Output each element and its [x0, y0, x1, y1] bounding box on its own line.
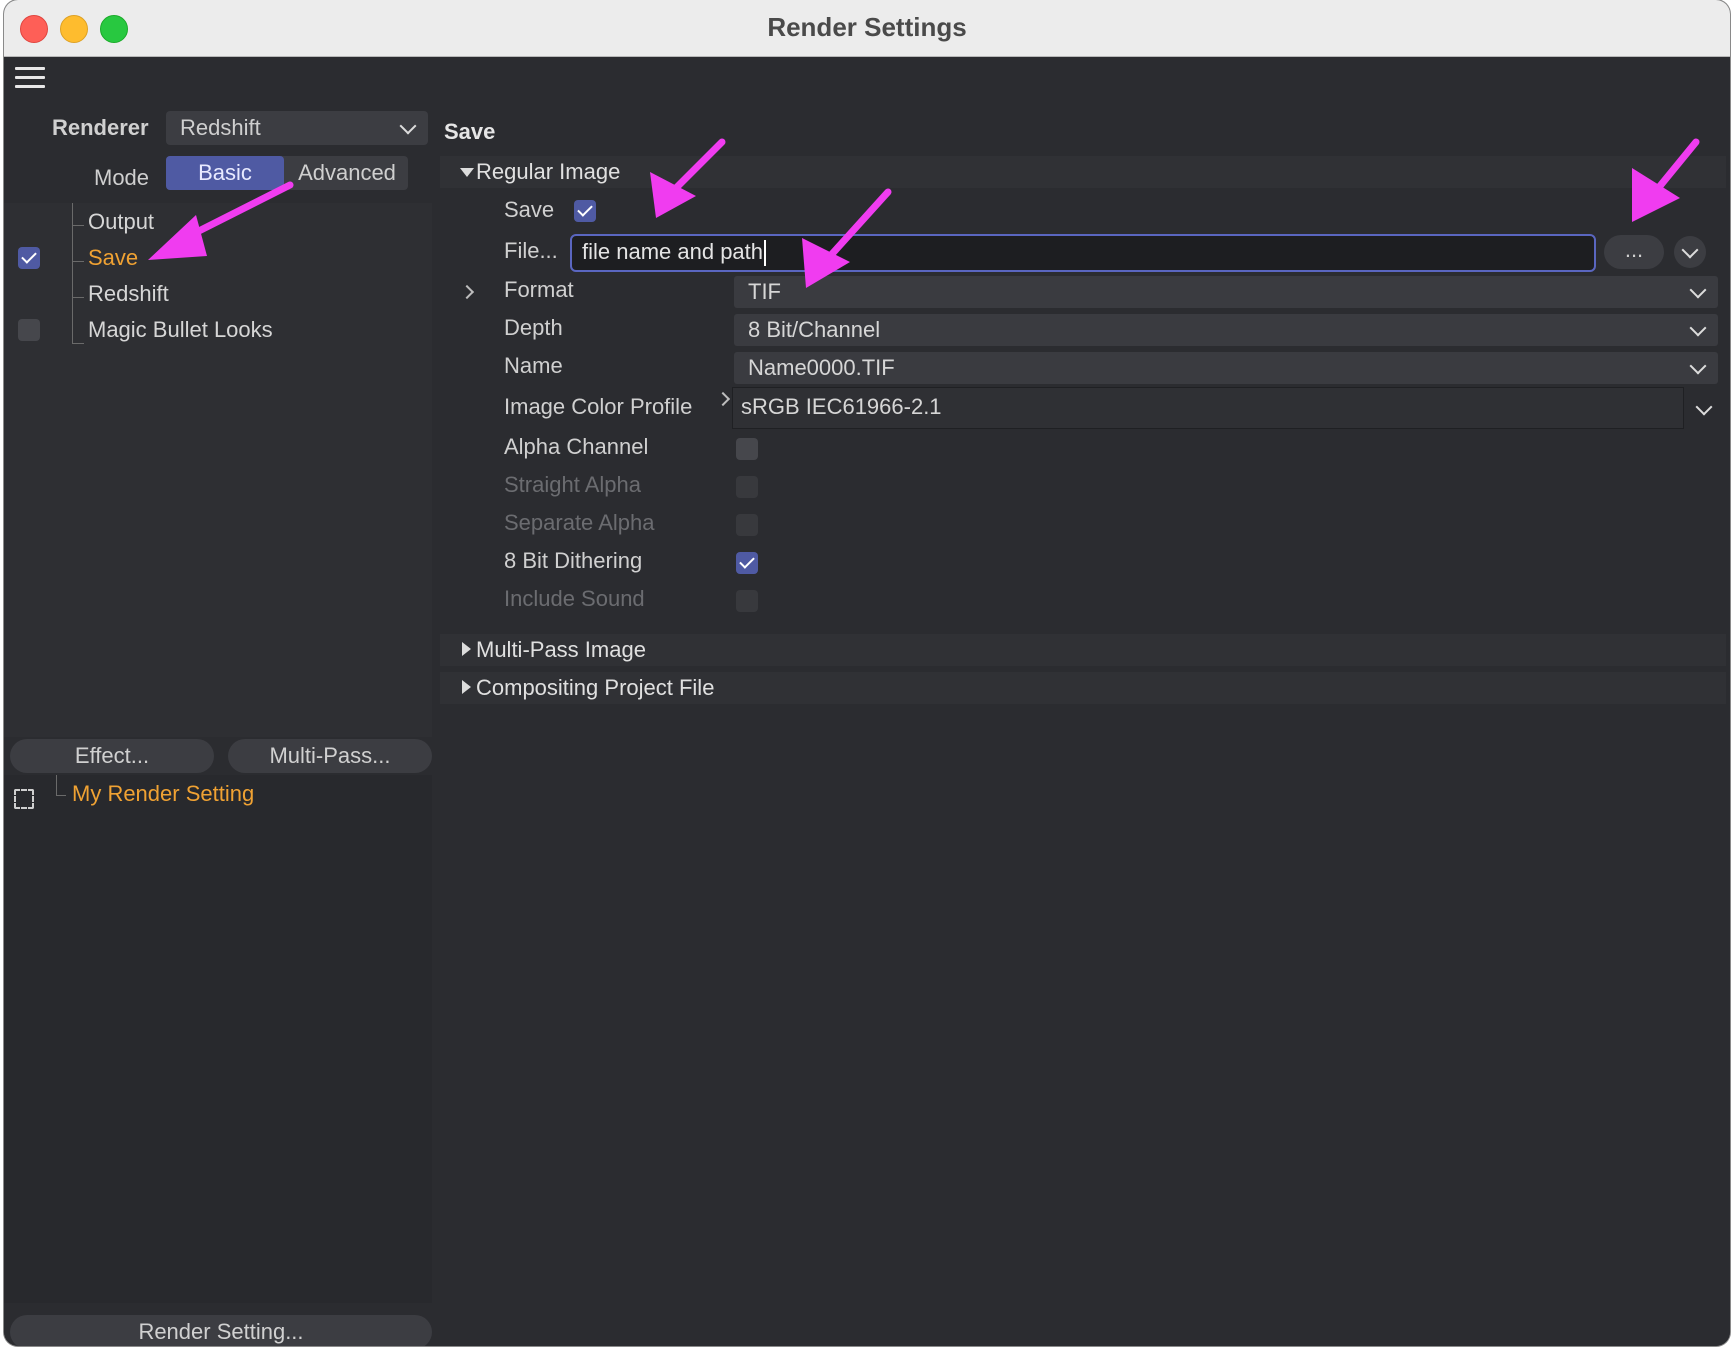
save-checkbox[interactable] [574, 200, 596, 222]
tree-connector [56, 795, 66, 796]
expand-triangle-icon [462, 642, 471, 656]
chevron-down-icon [1689, 281, 1707, 299]
content-area: Renderer Redshift Mode Basic Advanced Ou… [4, 57, 1730, 1346]
separate-alpha-label: Separate Alpha [504, 510, 655, 535]
file-path-input[interactable]: file name and path [570, 234, 1596, 272]
multipass-button[interactable]: Multi-Pass... [228, 739, 432, 773]
file-label: File... [504, 238, 558, 263]
render-setting-button[interactable]: Render Setting... [10, 1315, 432, 1346]
render-settings-window: Render Settings Renderer Redshift Mode B… [4, 0, 1730, 1346]
render-setting-item[interactable]: My Render Setting [72, 781, 254, 807]
format-select[interactable]: TIF [734, 276, 1718, 308]
tree-connector [72, 297, 84, 298]
include-sound-checkbox [736, 590, 758, 612]
tree-connector [72, 225, 84, 226]
depth-value: 8 Bit/Channel [748, 317, 881, 342]
multipass-image-group[interactable]: Multi-Pass Image [440, 634, 1726, 666]
renderer-label: Renderer [52, 115, 149, 140]
multipass-image-label: Multi-Pass Image [476, 637, 646, 662]
alpha-channel-label: Alpha Channel [504, 434, 649, 459]
left-panel: Renderer Redshift Mode Basic Advanced Ou… [4, 57, 432, 1346]
mode-label: Mode [94, 165, 150, 190]
name-select[interactable]: Name0000.TIF [734, 352, 1718, 384]
name-label: Name [504, 353, 563, 378]
straight-alpha-label: Straight Alpha [504, 472, 641, 497]
format-label: Format [504, 277, 574, 302]
alpha-channel-checkbox[interactable] [736, 438, 758, 460]
save-enabled-checkbox[interactable] [18, 247, 40, 269]
magic-bullet-looks-checkbox[interactable] [18, 319, 40, 341]
tree-item-output[interactable]: Output [88, 209, 154, 235]
renderer-value: Redshift [180, 115, 261, 140]
tree-connector [56, 775, 57, 795]
section-title: Save [444, 119, 496, 144]
tree-connector [72, 261, 84, 262]
name-value: Name0000.TIF [748, 355, 895, 380]
depth-select[interactable]: 8 Bit/Channel [734, 314, 1718, 346]
title-bar: Render Settings [4, 0, 1730, 57]
straight-alpha-checkbox [736, 476, 758, 498]
chevron-down-icon [1681, 241, 1699, 259]
tree-connector [72, 343, 84, 344]
collapse-triangle-icon [460, 168, 474, 177]
text-cursor [764, 240, 767, 267]
dithering-label: 8 Bit Dithering [504, 548, 643, 573]
save-label: Save [504, 197, 555, 222]
expand-format-icon[interactable] [459, 284, 475, 300]
tree-item-magic-bullet-looks[interactable]: Magic Bullet Looks [88, 317, 273, 343]
color-profile-field[interactable]: sRGB IEC61966-2.1 [732, 387, 1684, 429]
render-settings-list: My Render Setting [4, 775, 432, 1303]
color-profile-value: sRGB IEC61966-2.1 [741, 394, 942, 419]
mode-advanced-button[interactable]: Advanced [286, 156, 408, 190]
file-path-value: file name and path [582, 239, 767, 267]
render-setting-icon [14, 789, 34, 809]
color-profile-dropdown-icon[interactable] [1695, 398, 1713, 416]
mode-segmented-control: Basic Advanced [166, 156, 408, 190]
right-panel: Save Regular Image Save File... file nam… [436, 57, 1730, 1346]
dithering-checkbox[interactable] [736, 552, 758, 574]
regular-image-label: Regular Image [476, 159, 621, 184]
tree-item-save[interactable]: Save [88, 245, 138, 271]
chevron-down-icon [399, 117, 417, 135]
chevron-down-icon [1689, 357, 1707, 375]
mode-basic-button[interactable]: Basic [166, 156, 284, 190]
tree-connector [72, 203, 73, 343]
expand-profile-icon[interactable] [715, 391, 731, 407]
window-title: Render Settings [767, 12, 967, 42]
settings-tree: Output Save Redshift Magic Bullet Looks [4, 203, 432, 737]
renderer-select[interactable]: Redshift [166, 111, 428, 145]
regular-image-group[interactable]: Regular Image [440, 156, 1726, 188]
chevron-down-icon [1689, 319, 1707, 337]
separate-alpha-checkbox [736, 514, 758, 536]
depth-label: Depth [504, 315, 563, 340]
compositing-project-group[interactable]: Compositing Project File [440, 672, 1726, 704]
file-options-dropdown[interactable] [1674, 236, 1706, 268]
tree-item-redshift[interactable]: Redshift [88, 281, 169, 307]
expand-triangle-icon [462, 680, 471, 694]
effect-button[interactable]: Effect... [10, 739, 214, 773]
browse-button[interactable]: ... [1604, 235, 1664, 269]
format-value: TIF [748, 279, 781, 304]
compositing-project-label: Compositing Project File [476, 675, 715, 700]
image-color-profile-label: Image Color Profile [504, 394, 693, 419]
include-sound-label: Include Sound [504, 586, 645, 611]
